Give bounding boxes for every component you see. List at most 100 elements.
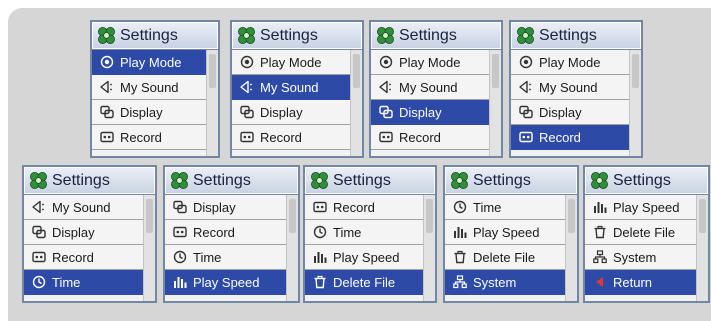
scrollbar-thumb[interactable] — [146, 199, 153, 233]
menu-item[interactable]: My Sound — [92, 75, 206, 100]
gear-icon — [590, 171, 609, 190]
menu-item[interactable]: Record — [511, 125, 629, 150]
menu-item[interactable]: My Sound — [371, 75, 489, 100]
menu-title: Settings — [473, 171, 531, 189]
gear-icon — [170, 171, 189, 190]
menu-item[interactable]: Record — [165, 220, 286, 245]
menu-item-label: Time — [52, 274, 81, 290]
settings-menu-panel: Settings Record Time Play Speed Delete File — [303, 165, 437, 303]
scrollbar-thumb[interactable] — [289, 199, 296, 233]
scrollbar-thumb[interactable] — [699, 199, 706, 233]
play-mode-icon — [377, 55, 395, 69]
menu-item[interactable]: Delete File — [305, 270, 423, 295]
scrollbar[interactable] — [350, 50, 362, 156]
scrollbar[interactable] — [206, 50, 218, 156]
menu-title: Settings — [260, 26, 318, 44]
scrollbar[interactable] — [489, 50, 501, 156]
menu-item-label: Play Mode — [260, 54, 322, 70]
menu-list: Time Play Speed Delete File System — [445, 195, 577, 301]
scrollbar-thumb[interactable] — [426, 199, 433, 233]
menu-item-label: Delete File — [333, 274, 396, 290]
menu-item[interactable]: Record — [232, 125, 350, 150]
system-icon — [451, 275, 469, 289]
menu-item[interactable]: Play Speed — [585, 195, 696, 220]
menu-item-label: Return — [613, 274, 653, 290]
menu-item[interactable]: My Sound — [232, 75, 350, 100]
play-speed-icon — [591, 200, 609, 214]
menu-title-bar: Settings — [585, 167, 708, 194]
menu-item[interactable]: Play Mode — [371, 50, 489, 75]
gear-icon — [97, 26, 116, 45]
settings-menu-panel: Settings My Sound Display Record Time — [22, 165, 157, 303]
scrollbar-thumb[interactable] — [353, 54, 360, 88]
scrollbar-thumb[interactable] — [568, 199, 575, 233]
menu-title: Settings — [399, 26, 457, 44]
menu-item-label: Record — [333, 199, 375, 215]
menu-item[interactable]: My Sound — [24, 195, 143, 220]
menu-title-bar: Settings — [24, 167, 155, 194]
display-icon — [238, 105, 256, 119]
scrollbar[interactable] — [286, 195, 298, 301]
scrollbar[interactable] — [143, 195, 155, 301]
menu-item[interactable]: Delete File — [445, 245, 565, 270]
menu-item[interactable]: Play Speed — [165, 270, 286, 295]
scrollbar-thumb[interactable] — [632, 54, 639, 88]
menu-title: Settings — [333, 171, 391, 189]
scrollbar[interactable] — [629, 50, 641, 156]
scrollbar[interactable] — [696, 195, 708, 301]
settings-menu-panel: Settings Time Play Speed Delete File System — [443, 165, 579, 303]
menu-item[interactable]: Record — [371, 125, 489, 150]
menu-item-label: My Sound — [52, 199, 111, 215]
menu-item-label: Play Speed — [613, 199, 680, 215]
menu-item-label: System — [473, 274, 517, 290]
menu-item[interactable]: Play Mode — [92, 50, 206, 75]
menu-item[interactable]: Play Mode — [511, 50, 629, 75]
menu-item[interactable]: Return — [585, 270, 696, 295]
scrollbar[interactable] — [423, 195, 435, 301]
menu-item[interactable]: Display — [511, 100, 629, 125]
menu-item[interactable]: Display — [92, 100, 206, 125]
play-mode-icon — [517, 55, 535, 69]
menu-item-label: Time — [193, 249, 222, 265]
menu-list: Play Mode My Sound Display Record — [371, 50, 501, 156]
menu-item[interactable]: Display — [24, 220, 143, 245]
menu-item[interactable]: Time — [305, 220, 423, 245]
scrollbar[interactable] — [565, 195, 577, 301]
clock-icon — [171, 250, 189, 264]
menu-item[interactable]: Record — [305, 195, 423, 220]
menu-item[interactable]: Display — [371, 100, 489, 125]
menu-item[interactable]: Time — [24, 270, 143, 295]
menu-item[interactable]: Record — [24, 245, 143, 270]
menu-item[interactable]: Display — [165, 195, 286, 220]
menu-item-label: Time — [473, 199, 502, 215]
menu-item[interactable]: Play Speed — [305, 245, 423, 270]
menu-item[interactable]: Play Speed — [445, 220, 565, 245]
menu-title-bar: Settings — [232, 22, 362, 49]
menu-item[interactable]: Record — [92, 125, 206, 150]
settings-menu-panel: Settings Play Mode My Sound Display Record — [509, 20, 643, 158]
settings-menu-panel: Settings Display Record Time Play Speed — [163, 165, 300, 303]
menu-title: Settings — [120, 26, 178, 44]
menu-item[interactable]: Delete File — [585, 220, 696, 245]
menu-item[interactable]: Display — [232, 100, 350, 125]
speaker-icon — [377, 80, 395, 94]
menu-item[interactable]: Time — [445, 195, 565, 220]
menu-item[interactable]: Play Mode — [232, 50, 350, 75]
settings-menu-panel: Settings Play Mode My Sound Display Record — [230, 20, 364, 158]
scrollbar-thumb[interactable] — [209, 54, 216, 88]
menu-item-label: My Sound — [260, 79, 319, 95]
record-icon — [238, 130, 256, 144]
system-icon — [591, 250, 609, 264]
menu-item[interactable]: System — [445, 270, 565, 295]
menu-item[interactable]: System — [585, 245, 696, 270]
menu-item-label: Record — [193, 224, 235, 240]
menu-item[interactable]: My Sound — [511, 75, 629, 100]
menu-title-bar: Settings — [511, 22, 641, 49]
menu-item[interactable]: Time — [165, 245, 286, 270]
scrollbar-thumb[interactable] — [492, 54, 499, 88]
menu-list: Play Mode My Sound Display Record — [92, 50, 218, 156]
menu-item-label: Display — [193, 199, 236, 215]
speaker-icon — [238, 80, 256, 94]
menu-item-label: My Sound — [120, 79, 179, 95]
play-speed-icon — [451, 225, 469, 239]
